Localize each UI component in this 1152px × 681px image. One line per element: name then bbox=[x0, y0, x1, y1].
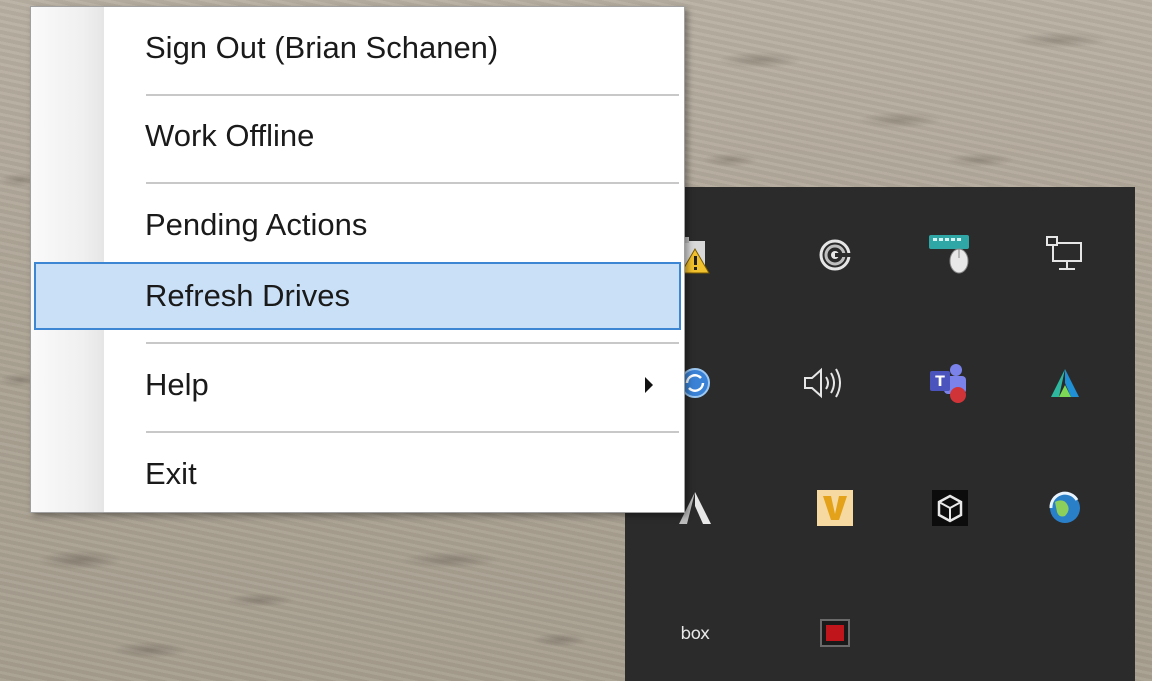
menu-item-label: Pending Actions bbox=[145, 207, 368, 242]
box-icon[interactable]: box bbox=[665, 604, 725, 664]
menu-item-refresh-drives[interactable]: Refresh Drives bbox=[34, 262, 681, 330]
autodesk-icon[interactable] bbox=[1035, 353, 1095, 413]
box-label: box bbox=[680, 624, 710, 644]
menu-item-label: Work Offline bbox=[145, 118, 315, 153]
context-menu: Sign Out (Brian Schanen) Work Offline Pe… bbox=[30, 6, 685, 513]
menu-gutter bbox=[31, 7, 104, 512]
menu-separator bbox=[146, 431, 679, 433]
menu-item-label: Help bbox=[145, 367, 209, 402]
menu-item-label: Sign Out (Brian Schanen) bbox=[145, 30, 499, 65]
speaker-volume-icon[interactable] bbox=[793, 353, 853, 413]
v-app-icon[interactable] bbox=[805, 478, 865, 538]
menu-item-help[interactable]: Help bbox=[34, 355, 681, 415]
teams-icon[interactable]: T bbox=[918, 353, 978, 413]
menu-item-label: Refresh Drives bbox=[145, 278, 350, 313]
svg-text:T: T bbox=[935, 374, 945, 390]
menu-item-pending-actions[interactable]: Pending Actions bbox=[34, 195, 681, 255]
menu-item-label: Exit bbox=[145, 456, 197, 491]
tray-overflow-panel: T box bbox=[625, 187, 1135, 681]
keyboard-mouse-icon[interactable] bbox=[920, 223, 980, 283]
menu-separator bbox=[146, 182, 679, 184]
menu-separator bbox=[146, 342, 679, 344]
target-swirl-icon[interactable] bbox=[805, 225, 865, 285]
network-icon[interactable] bbox=[1035, 225, 1095, 285]
submenu-arrow-icon bbox=[645, 377, 653, 393]
red-screen-icon[interactable] bbox=[805, 604, 865, 664]
menu-item-work-offline[interactable]: Work Offline bbox=[34, 106, 681, 166]
menu-item-exit[interactable]: Exit bbox=[34, 444, 681, 504]
cube-app-icon[interactable] bbox=[920, 478, 980, 538]
menu-separator bbox=[146, 94, 679, 96]
menu-item-sign-out[interactable]: Sign Out (Brian Schanen) bbox=[34, 18, 681, 78]
globe-app-icon[interactable] bbox=[1035, 478, 1095, 538]
